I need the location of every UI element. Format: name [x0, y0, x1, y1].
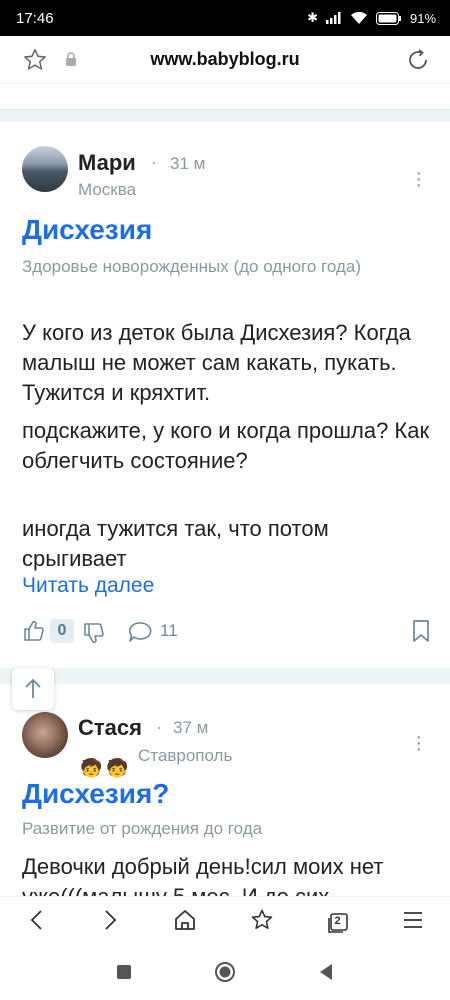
post-card: Стася · 37 м 🧒 🧒 Ставрополь · · · Дисхезия… — [0, 684, 450, 896]
author-name[interactable]: Мари — [78, 150, 136, 176]
menu-icon[interactable] — [402, 911, 424, 934]
system-home-icon[interactable] — [214, 961, 236, 988]
previous-card-edge — [0, 84, 450, 110]
read-more-link[interactable]: Читать далее — [22, 574, 154, 598]
author-city: Ставрополь — [138, 746, 233, 765]
post-actions: 0 11 — [22, 617, 432, 647]
star-icon[interactable] — [22, 47, 48, 78]
author-name[interactable]: Стася — [78, 715, 142, 741]
tabs-icon[interactable]: 2 — [327, 912, 349, 934]
bookmark-icon[interactable] — [410, 619, 432, 648]
arrow-up-icon — [25, 678, 41, 698]
status-bar: 17:46 ✱ 91% — [0, 0, 450, 36]
comment-icon[interactable] — [128, 620, 154, 649]
favorites-icon[interactable] — [250, 908, 274, 937]
battery-icon — [375, 11, 401, 25]
wifi-icon — [350, 11, 367, 24]
back-icon[interactable] — [27, 909, 47, 936]
like-count: 0 — [50, 619, 74, 643]
scroll-to-top-button[interactable] — [12, 668, 54, 710]
status-icons: ✱ 91% — [307, 10, 436, 26]
dislike-icon[interactable] — [82, 621, 106, 650]
url-bar: www.babyblog.ru — [0, 36, 450, 84]
more-options-icon[interactable]: · · · — [415, 727, 422, 759]
post-category[interactable]: Развитие от рождения до года — [22, 816, 402, 842]
browser-bottom-nav: 2 — [0, 896, 450, 948]
avatar[interactable] — [22, 712, 68, 758]
signal-icon — [325, 12, 341, 24]
recents-icon[interactable] — [116, 964, 132, 985]
reload-icon[interactable] — [406, 48, 430, 77]
like-icon[interactable] — [22, 619, 46, 648]
tabs-count: 2 — [334, 914, 341, 927]
bluetooth-icon: ✱ — [307, 10, 318, 25]
forward-icon[interactable] — [100, 909, 120, 936]
more-options-icon[interactable]: · · · — [415, 163, 422, 195]
feed: Мари · 31 м Москва · · · Дисхезия Здоровье… — [0, 84, 450, 896]
post-card: Мари · 31 м Москва · · · Дисхезия Здоровье… — [0, 122, 450, 668]
post-paragraph: Девочки добрый день!сил моих нет уже(((м… — [22, 854, 384, 896]
post-category[interactable]: Здоровье новорожденных (до одного года) — [22, 254, 402, 280]
post-time: 31 м — [170, 154, 206, 173]
child-badge-icon: 🧒 — [80, 758, 103, 778]
system-nav-bar — [0, 948, 450, 1000]
post-paragraph: иногда тужится так, что потом срыгивает — [22, 516, 329, 571]
comment-count[interactable]: 11 — [160, 621, 178, 641]
post-time: 37 м — [173, 718, 209, 737]
home-icon[interactable] — [173, 909, 197, 936]
post-title[interactable]: Дисхезия — [22, 214, 152, 246]
author-city: Москва — [78, 180, 137, 199]
battery-level: 91% — [409, 10, 436, 26]
post-title[interactable]: Дисхезия? — [22, 778, 169, 810]
system-back-icon[interactable] — [318, 963, 334, 986]
separator-dot: · — [151, 152, 157, 172]
post-paragraph: подскажите, у кого и когда прошла? Как о… — [22, 418, 430, 473]
lock-icon — [64, 51, 78, 72]
child-badge-icon: 🧒 — [106, 758, 129, 778]
avatar[interactable] — [22, 146, 68, 192]
separator-dot: · — [156, 717, 162, 737]
status-time: 17:46 — [16, 9, 54, 27]
post-paragraph: У кого из деток была Дисхезия? Когда мал… — [22, 320, 411, 405]
